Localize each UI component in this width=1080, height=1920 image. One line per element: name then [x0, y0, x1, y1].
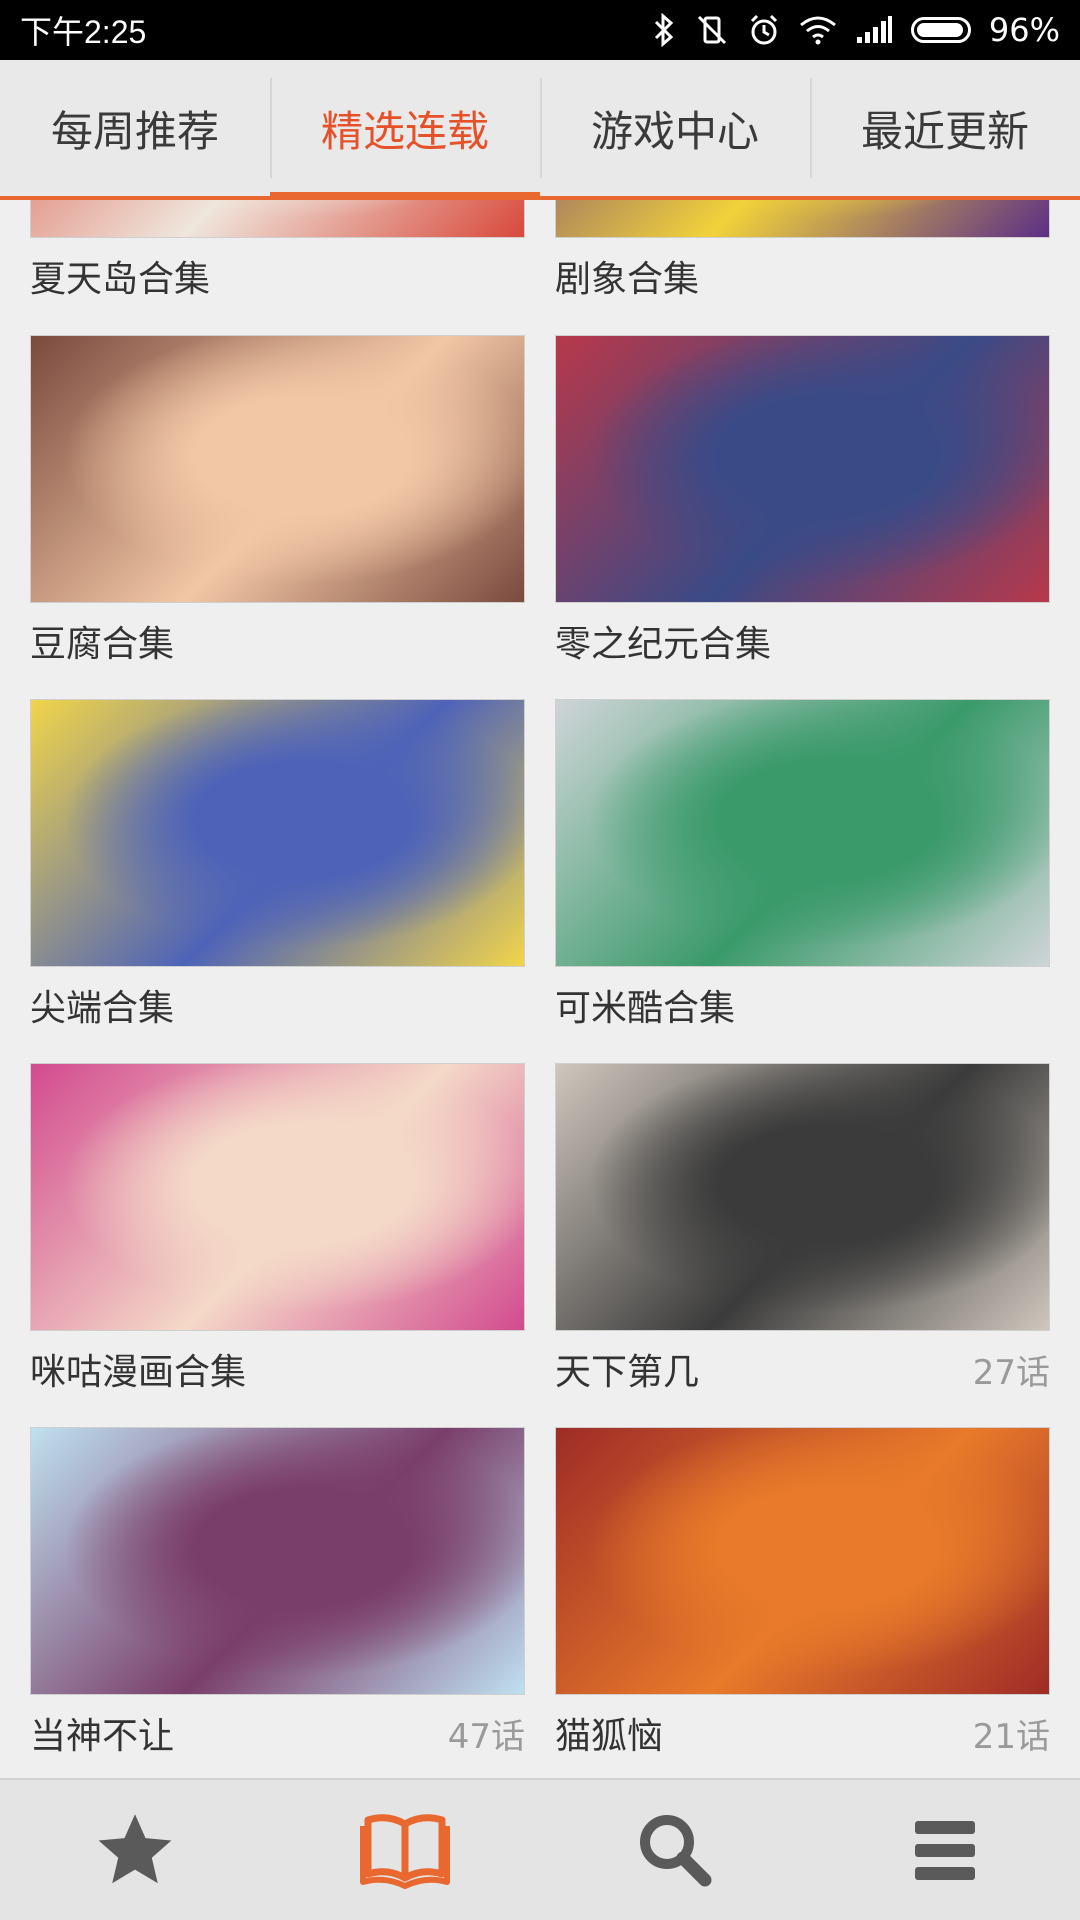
status-bar: 下午2:25 96%	[0, 0, 1080, 60]
comic-cover[interactable]	[555, 335, 1050, 603]
tab-featured-serials[interactable]: 精选连载	[270, 60, 540, 200]
comic-title: 豆腐合集	[30, 624, 175, 665]
star-icon	[98, 1814, 172, 1884]
signal-icon	[855, 15, 893, 45]
comic-cover[interactable]	[555, 699, 1050, 967]
nav-library-button[interactable]	[270, 1780, 540, 1920]
comic-cover[interactable]	[30, 1427, 525, 1695]
comic-card[interactable]: 夏天岛合集	[30, 200, 525, 306]
tab-bar: 每周推荐 精选连载 游戏中心 最近更新	[0, 60, 1080, 200]
comic-title: 夏天岛合集	[30, 259, 211, 300]
comic-cover[interactable]	[30, 200, 525, 238]
comic-card[interactable]: 天下第几 27话	[555, 1063, 1050, 1399]
comic-cover[interactable]	[555, 1063, 1050, 1331]
tab-recent-updates[interactable]: 最近更新	[810, 60, 1080, 196]
menu-icon	[915, 1821, 975, 1880]
wifi-icon	[799, 15, 837, 45]
comic-title: 咪咕漫画合集	[30, 1352, 247, 1393]
tab-game-center[interactable]: 游戏中心	[540, 60, 810, 196]
nav-menu-button[interactable]	[810, 1780, 1080, 1920]
tab-weekly-recommend[interactable]: 每周推荐	[0, 60, 270, 196]
bluetooth-icon	[651, 13, 677, 47]
comic-card[interactable]: 当神不让 47话	[30, 1427, 525, 1763]
comic-cover[interactable]	[30, 699, 525, 967]
battery-icon	[910, 17, 971, 43]
bottom-nav	[0, 1778, 1080, 1920]
battery-percent: 96%	[988, 11, 1060, 49]
alarm-icon	[747, 13, 781, 47]
comic-cover[interactable]	[30, 1063, 525, 1331]
status-time: 下午2:25	[20, 14, 147, 50]
chapter-count: 47话	[447, 1716, 525, 1757]
comic-title: 零之纪元合集	[555, 624, 772, 665]
mute-vibrate-icon	[695, 13, 729, 47]
nav-search-button[interactable]	[540, 1780, 810, 1920]
chapter-count: 21话	[972, 1716, 1050, 1757]
book-icon	[360, 1814, 450, 1889]
chapter-count: 27话	[972, 1352, 1050, 1393]
comic-title: 当神不让	[30, 1716, 175, 1757]
comic-card[interactable]: 猫狐恼 21话	[555, 1427, 1050, 1763]
comic-title: 尖端合集	[30, 988, 175, 1029]
comic-grid: 夏天岛合集 剧象合集 豆腐合集 零之纪元合集 尖端合集 可米酷合集 咪咕漫画合集…	[0, 200, 1080, 1778]
comic-title: 剧象合集	[555, 259, 700, 300]
comic-card[interactable]: 尖端合集	[30, 699, 525, 1035]
comic-title: 可米酷合集	[555, 988, 736, 1029]
comic-card[interactable]: 剧象合集	[555, 200, 1050, 306]
comic-card[interactable]: 豆腐合集	[30, 335, 525, 671]
comic-cover[interactable]	[555, 1427, 1050, 1695]
search-icon	[640, 1815, 712, 1887]
nav-favorites-button[interactable]	[0, 1780, 270, 1920]
comic-card[interactable]: 可米酷合集	[555, 699, 1050, 1035]
comic-cover[interactable]	[30, 335, 525, 603]
comic-card[interactable]: 零之纪元合集	[555, 335, 1050, 671]
comic-card[interactable]: 咪咕漫画合集	[30, 1063, 525, 1399]
status-icons: 96%	[651, 11, 1060, 49]
comic-cover[interactable]	[555, 200, 1050, 238]
comic-title: 天下第几	[555, 1352, 700, 1393]
comic-title: 猫狐恼	[555, 1716, 664, 1757]
